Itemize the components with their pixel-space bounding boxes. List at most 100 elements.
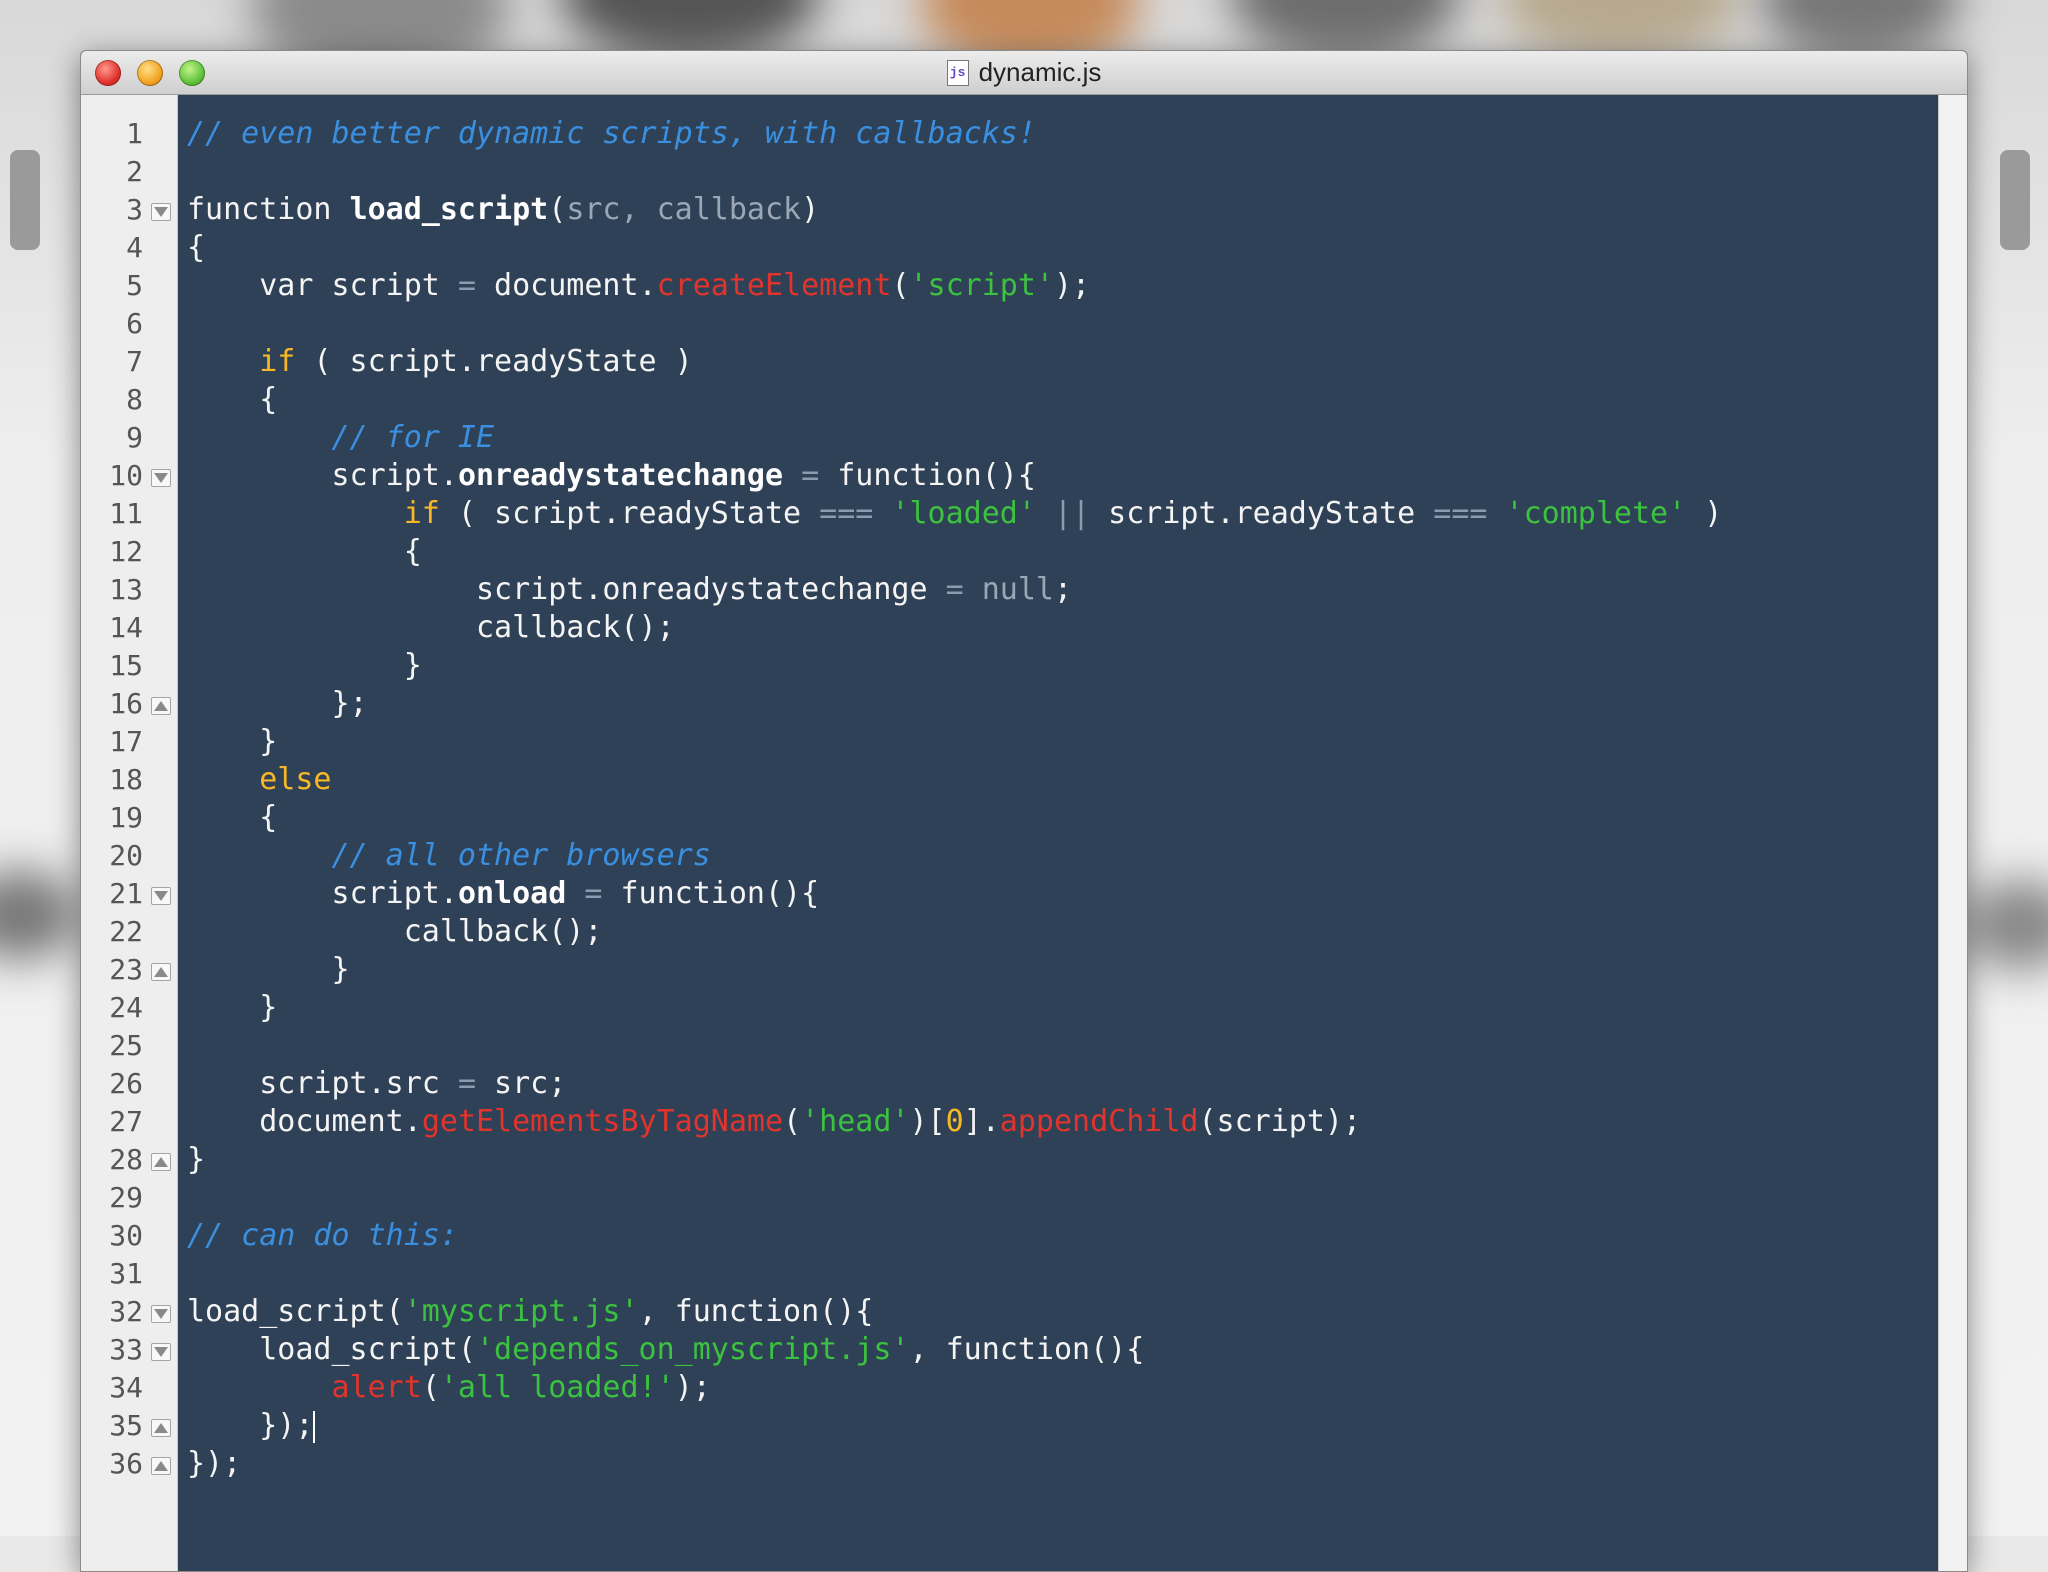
editor-window: js dynamic.js 1 2 3 4 5 6 7 8 9 10 11 12 13 14 15 16 17 1… bbox=[80, 50, 1968, 1572]
fold-collapse-icon[interactable] bbox=[151, 469, 171, 487]
code-token: } bbox=[187, 1142, 206, 1177]
code-token: document. bbox=[476, 268, 657, 303]
line-number: 8 bbox=[126, 383, 143, 416]
fold-collapse-icon[interactable] bbox=[151, 1305, 171, 1323]
line-number: 5 bbox=[126, 269, 143, 302]
code-line[interactable]: else bbox=[187, 761, 332, 799]
code-token: ( bbox=[548, 192, 567, 227]
code-token: ) bbox=[1686, 496, 1723, 531]
fold-end-icon[interactable] bbox=[151, 963, 171, 981]
code-token: ( bbox=[891, 268, 910, 303]
code-token: }); bbox=[187, 1408, 314, 1443]
code-token: ( script.readyState ) bbox=[295, 344, 693, 379]
line-number: 18 bbox=[109, 763, 143, 796]
code-token: function(){ bbox=[819, 458, 1036, 493]
code-line[interactable]: { bbox=[187, 229, 205, 267]
fold-end-icon[interactable] bbox=[151, 1153, 171, 1171]
line-number: 6 bbox=[126, 307, 143, 340]
line-number: 25 bbox=[109, 1029, 143, 1062]
code-token: 'complete' bbox=[1505, 496, 1687, 531]
line-number: 35 bbox=[109, 1409, 143, 1442]
code-token: 'depends_on_myscript.js' bbox=[475, 1332, 910, 1367]
code-token: null bbox=[981, 572, 1054, 607]
code-token: // even better dynamic scripts, with cal… bbox=[187, 116, 1036, 151]
code-line[interactable]: } bbox=[187, 723, 277, 761]
title-bar[interactable]: js dynamic.js bbox=[81, 51, 1967, 95]
code-token: ( bbox=[421, 1370, 440, 1405]
code-line[interactable]: }); bbox=[187, 1407, 316, 1445]
code-line[interactable]: if ( script.readyState ) bbox=[187, 343, 693, 381]
code-line[interactable]: load_script('depends_on_myscript.js', fu… bbox=[187, 1331, 1144, 1369]
code-token: src; bbox=[476, 1066, 567, 1101]
code-token: } bbox=[187, 724, 278, 759]
code-token: src, callback bbox=[566, 192, 802, 227]
line-number: 12 bbox=[109, 535, 143, 568]
code-token: callback(); bbox=[187, 610, 675, 645]
code-line[interactable]: script.src = src; bbox=[187, 1065, 566, 1103]
code-line[interactable]: // all other browsers bbox=[187, 837, 711, 875]
code-line[interactable]: script.onreadystatechange = null; bbox=[187, 571, 1072, 609]
code-token: // all other browsers bbox=[331, 838, 711, 873]
code-line[interactable]: // can do this: bbox=[187, 1217, 458, 1255]
code-token: appendChild bbox=[999, 1104, 1199, 1139]
code-token: )[ bbox=[909, 1104, 946, 1139]
fold-end-icon[interactable] bbox=[151, 1457, 171, 1475]
code-token: { bbox=[187, 230, 206, 265]
code-line[interactable]: { bbox=[187, 381, 277, 419]
code-line[interactable]: // even better dynamic scripts, with cal… bbox=[187, 115, 1036, 153]
line-number: 20 bbox=[109, 839, 143, 872]
code-line[interactable]: script.onload = function(){ bbox=[187, 875, 819, 913]
code-line[interactable]: script.onreadystatechange = function(){ bbox=[187, 457, 1036, 495]
line-number: 34 bbox=[109, 1371, 143, 1404]
line-number: 22 bbox=[109, 915, 143, 948]
code-token: ( script.readyState bbox=[439, 496, 820, 531]
code-token: , function(){ bbox=[909, 1332, 1145, 1367]
code-token: onreadystatechange bbox=[457, 458, 784, 493]
code-token: createElement bbox=[656, 268, 892, 303]
code-token: // for IE bbox=[331, 420, 495, 455]
code-line[interactable]: } bbox=[187, 647, 422, 685]
line-number: 14 bbox=[109, 611, 143, 644]
code-token: } bbox=[187, 952, 350, 987]
code-line[interactable]: { bbox=[187, 799, 277, 837]
line-number: 36 bbox=[109, 1447, 143, 1480]
code-area[interactable]: // even better dynamic scripts, with cal… bbox=[187, 95, 1939, 1571]
line-number-gutter: 1 2 3 4 5 6 7 8 9 10 11 12 13 14 15 16 17 18 19 20 21 22 23 24 2… bbox=[81, 95, 178, 1571]
code-line[interactable]: load_script('myscript.js', function(){ bbox=[187, 1293, 873, 1331]
code-line[interactable]: callback(); bbox=[187, 609, 675, 647]
code-line[interactable]: } bbox=[187, 951, 350, 989]
vertical-scrollbar[interactable] bbox=[1938, 95, 1967, 1571]
code-line[interactable]: } bbox=[187, 989, 277, 1027]
code-token: script.onreadystatechange bbox=[187, 572, 946, 607]
fold-end-icon[interactable] bbox=[151, 697, 171, 715]
fold-collapse-icon[interactable] bbox=[151, 203, 171, 221]
code-token: ]. bbox=[963, 1104, 1000, 1139]
code-line[interactable]: // for IE bbox=[187, 419, 495, 457]
fold-collapse-icon[interactable] bbox=[151, 1343, 171, 1361]
fold-collapse-icon[interactable] bbox=[151, 887, 171, 905]
code-line[interactable]: var script = document.createElement('scr… bbox=[187, 267, 1090, 305]
code-line[interactable]: }); bbox=[187, 1445, 241, 1483]
line-number: 9 bbox=[126, 421, 143, 454]
code-line[interactable]: function load_script(src, callback) bbox=[187, 191, 819, 229]
fold-end-icon[interactable] bbox=[151, 1419, 171, 1437]
code-line[interactable]: alert('all loaded!'); bbox=[187, 1369, 711, 1407]
code-token: ); bbox=[1054, 268, 1091, 303]
code-line[interactable]: document.getElementsByTagName('head')[0]… bbox=[187, 1103, 1361, 1141]
code-token: var script bbox=[187, 268, 458, 303]
code-token: function bbox=[187, 192, 350, 227]
code-line[interactable]: { bbox=[187, 533, 422, 571]
code-token: = bbox=[584, 876, 603, 911]
code-line[interactable]: } bbox=[187, 1141, 205, 1179]
code-line[interactable]: callback(); bbox=[187, 913, 603, 951]
code-token: else bbox=[259, 762, 332, 797]
code-token: script. bbox=[187, 458, 458, 493]
code-line[interactable]: if ( script.readyState === 'loaded' || s… bbox=[187, 495, 1723, 533]
code-line[interactable]: }; bbox=[187, 685, 367, 723]
line-number: 21 bbox=[109, 877, 143, 910]
code-token: ; bbox=[1053, 572, 1073, 607]
code-token: || bbox=[1053, 496, 1091, 531]
